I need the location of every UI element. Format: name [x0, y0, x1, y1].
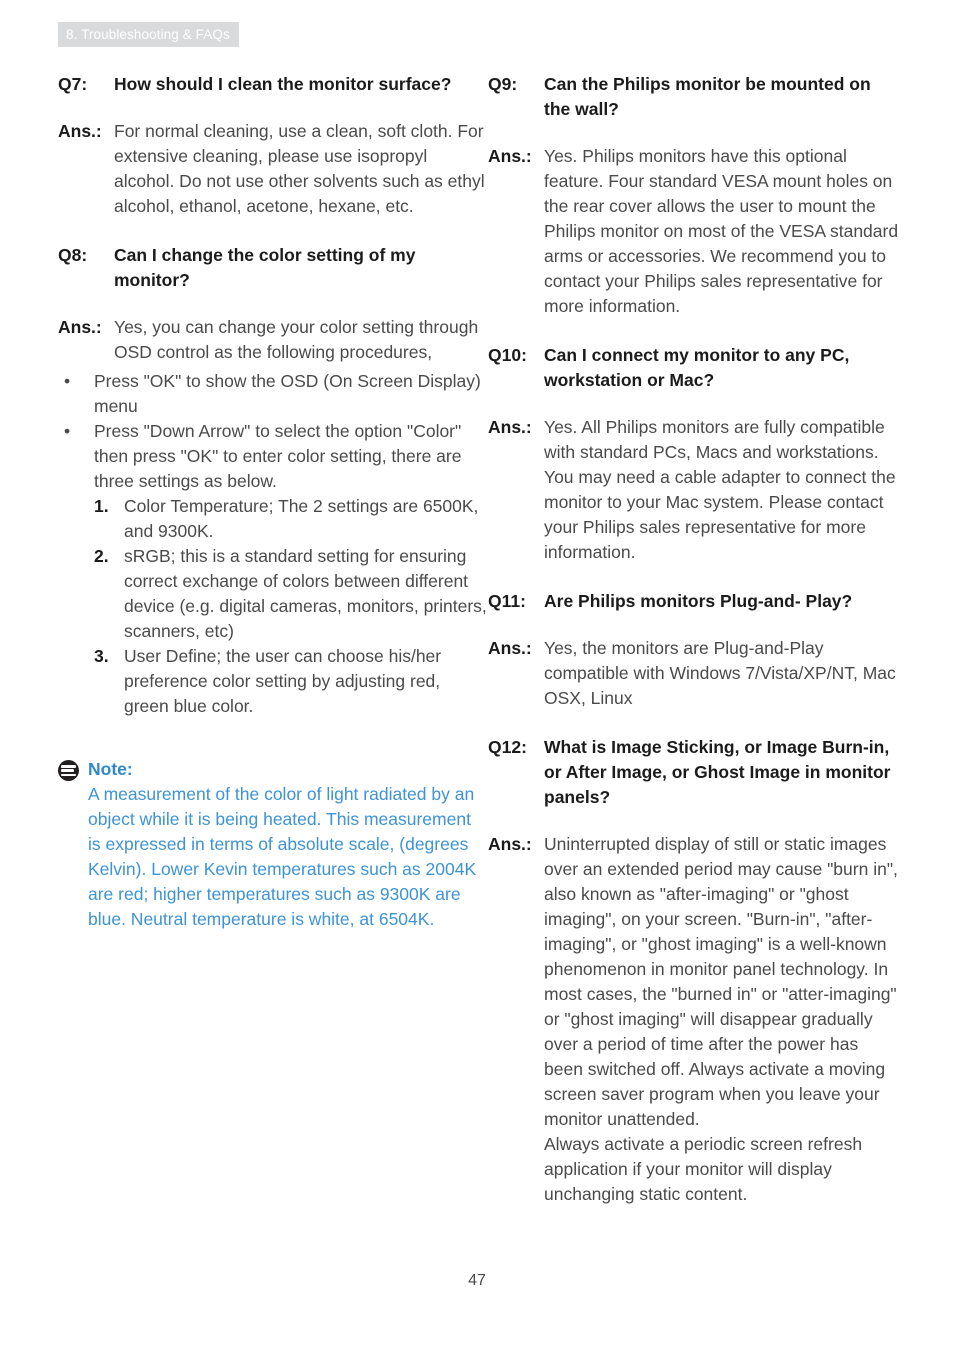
- bullet-icon: •: [64, 421, 71, 441]
- answer-text-q7: For normal cleaning, use a clean, soft c…: [114, 121, 485, 216]
- question-label-q12: Q12:: [488, 737, 527, 757]
- question-label-q10: Q10:: [488, 345, 527, 365]
- numbered-text-1: Color Temperature; The 2 settings are 65…: [124, 496, 479, 541]
- note-icon: [58, 760, 79, 781]
- faq-item-q9: Q9: Can the Philips monitor be mounted o…: [488, 72, 900, 319]
- faq-question-row-q9: Q9: Can the Philips monitor be mounted o…: [488, 72, 900, 122]
- answer-text-q8: Yes, you can change your color setting t…: [114, 317, 479, 362]
- faq-answer-row-q12: Ans.: Uninterrupted display of still or …: [488, 832, 900, 1207]
- faq-question-row-q8: Q8: Can I change the color setting of my…: [58, 243, 488, 293]
- faq-question-row-q11: Q11: Are Philips monitors Plug-and- Play…: [488, 589, 900, 614]
- answer-text-q11: Yes, the monitors are Plug-and-Play comp…: [544, 638, 896, 708]
- numbered-text-2: sRGB; this is a standard setting for ens…: [124, 546, 487, 641]
- right-column: Q9: Can the Philips monitor be mounted o…: [488, 72, 900, 1207]
- question-text-q11: Are Philips monitors Plug-and- Play?: [544, 591, 853, 611]
- faq-question-row-q12: Q12: What is Image Sticking, or Image Bu…: [488, 735, 900, 810]
- answer-label-q10: Ans.:: [488, 417, 532, 437]
- question-label-q7: Q7:: [58, 74, 88, 94]
- list-item: 1. Color Temperature; The 2 settings are…: [94, 494, 488, 544]
- question-text-q7: How should I clean the monitor surface?: [114, 74, 452, 94]
- page-section-header: 8. Troubleshooting & FAQs: [58, 22, 239, 47]
- answer-text-q10: Yes. All Philips monitors are fully comp…: [544, 417, 896, 562]
- answer-text-q12: Uninterrupted display of still or static…: [544, 832, 900, 1207]
- left-column: Q7: How should I clean the monitor surfa…: [58, 72, 488, 932]
- note-title: Note:: [88, 759, 133, 779]
- faq-item-q11: Q11: Are Philips monitors Plug-and- Play…: [488, 589, 900, 711]
- bullet-text-1: Press "OK" to show the OSD (On Screen Di…: [94, 371, 481, 416]
- numbered-marker-2: 2.: [94, 546, 109, 566]
- question-label-q11: Q11:: [488, 591, 526, 611]
- answer-label-q12: Ans.:: [488, 834, 532, 854]
- numbered-marker-3: 3.: [94, 646, 109, 666]
- numbered-text-3: User Define; the user can choose his/her…: [124, 646, 442, 716]
- answer-text-q12-part1: Uninterrupted display of still or static…: [544, 834, 898, 1129]
- faq-item-q8: Q8: Can I change the color setting of my…: [58, 243, 488, 719]
- faq-answer-row-q9: Ans.: Yes. Philips monitors have this op…: [488, 144, 900, 319]
- list-item: • Press "Down Arrow" to select the optio…: [58, 419, 488, 494]
- faq-item-q10: Q10: Can I connect my monitor to any PC,…: [488, 343, 900, 565]
- list-item: 2. sRGB; this is a standard setting for …: [94, 544, 488, 644]
- answer-text-q12-part2: Always activate a periodic screen refres…: [544, 1134, 863, 1204]
- faq-answer-row-q7: Ans.: For normal cleaning, use a clean, …: [58, 119, 488, 219]
- question-text-q8: Can I change the color setting of my mon…: [114, 245, 416, 290]
- note-header: Note:: [58, 757, 488, 782]
- answer-text-q9: Yes. Philips monitors have this optional…: [544, 146, 899, 316]
- faq-question-row-q7: Q7: How should I clean the monitor surfa…: [58, 72, 488, 97]
- faq-item-q7: Q7: How should I clean the monitor surfa…: [58, 72, 488, 219]
- question-label-q9: Q9:: [488, 74, 518, 94]
- faq-answer-row-q10: Ans.: Yes. All Philips monitors are full…: [488, 415, 900, 565]
- answer-label-q11: Ans.:: [488, 638, 532, 658]
- bullet-icon: •: [64, 371, 71, 391]
- faq-answer-row-q11: Ans.: Yes, the monitors are Plug-and-Pla…: [488, 636, 900, 711]
- question-text-q12: What is Image Sticking, or Image Burn-in…: [544, 737, 891, 807]
- faq-item-q12: Q12: What is Image Sticking, or Image Bu…: [488, 735, 900, 1207]
- question-text-q10: Can I connect my monitor to any PC, work…: [544, 345, 850, 390]
- list-item: • Press "OK" to show the OSD (On Screen …: [58, 369, 488, 419]
- page-section-header-label: 8. Troubleshooting & FAQs: [66, 26, 230, 42]
- faq-answer-row-q8: Ans.: Yes, you can change your color set…: [58, 315, 488, 365]
- bullet-text-2: Press "Down Arrow" to select the option …: [94, 421, 462, 491]
- answer-label-q7: Ans.:: [58, 121, 102, 141]
- answer-label-q9: Ans.:: [488, 146, 532, 166]
- page-number: 47: [468, 1272, 486, 1289]
- note-callout: Note: A measurement of the color of ligh…: [58, 757, 488, 932]
- page-body: Q7: How should I clean the monitor surfa…: [0, 72, 954, 1207]
- faq-question-row-q10: Q10: Can I connect my monitor to any PC,…: [488, 343, 900, 393]
- note-body-text: A measurement of the color of light radi…: [88, 784, 477, 929]
- list-item: 3. User Define; the user can choose his/…: [94, 644, 488, 719]
- answer-label-q8: Ans.:: [58, 317, 102, 337]
- question-label-q8: Q8:: [58, 245, 88, 265]
- numbered-marker-1: 1.: [94, 496, 109, 516]
- question-text-q9: Can the Philips monitor be mounted on th…: [544, 74, 871, 119]
